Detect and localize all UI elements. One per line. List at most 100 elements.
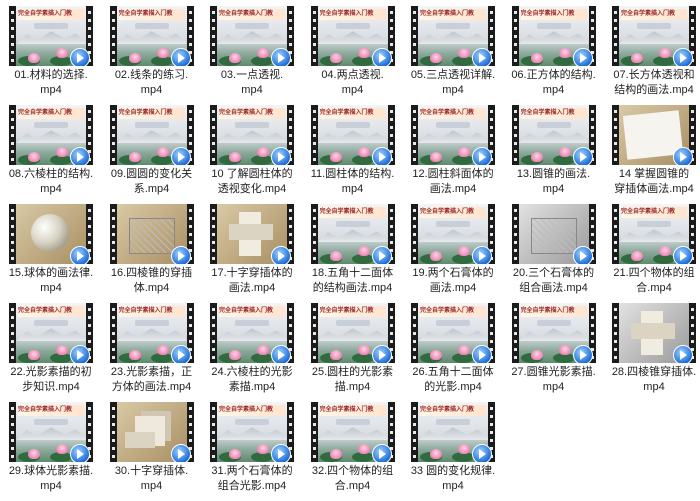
video-thumbnail[interactable]	[109, 204, 194, 264]
video-thumbnail[interactable]: 完全自学素描入门教	[9, 105, 93, 165]
file-name-label: 16.四棱锥的穿插 体.mp4	[103, 266, 201, 296]
video-thumbnail[interactable]: 完全自学素描入门教	[9, 402, 93, 462]
file-item[interactable]: 完全自学素描入门教 05.三点透视详解. mp4	[404, 2, 502, 102]
video-thumbnail[interactable]: 完全自学素描入门教	[612, 204, 696, 264]
file-item[interactable]: 完全自学素描入门教 26.五角十二面体 的光影.mp4	[404, 299, 502, 399]
video-thumbnail[interactable]: 完全自学素描入门教	[310, 105, 395, 165]
mountain-graphic	[518, 31, 589, 44]
video-thumbnail[interactable]: 完全自学素描入门教	[9, 303, 93, 363]
file-item[interactable]: 完全自学素描入门教 22.光影素描的初 步知识.mp4	[2, 299, 100, 399]
file-item[interactable]: 完全自学素描入门教 07.长方体透视和 结构的画法.mp4	[605, 2, 700, 102]
file-name-label: 21.四个物体的组 合.mp4	[605, 266, 700, 296]
video-thumbnail[interactable]	[9, 204, 93, 264]
video-thumbnail[interactable]: 完全自学素描入门教	[511, 6, 596, 66]
video-thumbnail[interactable]: 完全自学素描入门教	[411, 303, 495, 363]
film-strip-edge	[411, 6, 418, 66]
file-name-line2: 描.mp4	[334, 381, 371, 393]
lotus-graphic	[659, 48, 671, 58]
film-strip-edge	[9, 303, 16, 363]
file-item[interactable]: 完全自学素描入门教 32.四个物体的组 合.mp4	[304, 398, 402, 498]
file-item[interactable]: 完全自学素描入门教 18.五角十二面体 的结构画法.mp4	[304, 200, 402, 300]
video-thumbnail[interactable]	[210, 204, 294, 264]
video-thumbnail[interactable]	[612, 105, 696, 165]
video-thumbnail[interactable]: 完全自学素描入门教	[210, 303, 294, 363]
video-thumbnail[interactable]	[109, 402, 194, 462]
mountain-graphic	[217, 328, 287, 341]
film-strip-edge	[9, 6, 16, 66]
video-thumbnail[interactable]: 完全自学素描入门教	[411, 105, 495, 165]
file-item[interactable]: 完全自学素描入门教 03.一点透视. mp4	[203, 2, 301, 102]
video-thumbnail[interactable]: 完全自学素描入门教	[109, 105, 194, 165]
video-thumbnail[interactable]: 完全自学素描入门教	[310, 402, 395, 462]
film-strip-edge	[612, 105, 619, 165]
cross-shape	[229, 224, 273, 240]
file-item[interactable]: 17.十字穿插体的 画法.mp4	[203, 200, 301, 300]
file-item[interactable]: 完全自学素描入门教 02.线条的练习. mp4	[103, 2, 201, 102]
file-item[interactable]: 完全自学素描入门教 29.球体光影素描. mp4	[2, 398, 100, 498]
film-strip-edge	[612, 6, 619, 66]
file-item[interactable]: 15.球体的画法律. mp4	[2, 200, 100, 300]
file-name-line2: 素描.mp4	[228, 381, 276, 393]
video-thumbnail[interactable]: 完全自学素描入门教	[9, 6, 93, 66]
mountain-graphic	[217, 427, 287, 440]
file-item[interactable]: 完全自学素描入门教 08.六棱柱的结构. mp4	[2, 101, 100, 201]
file-item[interactable]: 30.十字穿插体. mp4	[103, 398, 201, 498]
film-strip-edge	[310, 303, 318, 363]
file-item[interactable]: 完全自学素描入门教 10 了解圆柱体的 透视变化.mp4	[203, 101, 301, 201]
mountain-graphic	[317, 427, 388, 440]
mountain-graphic	[619, 229, 689, 242]
video-thumbnail[interactable]: 完全自学素描入门教	[511, 303, 596, 363]
file-name-line1: 10 了解圆柱体的	[211, 168, 293, 180]
video-thumbnail[interactable]: 完全自学素描入门教	[511, 105, 596, 165]
video-thumbnail[interactable]: 完全自学素描入门教	[109, 6, 194, 66]
file-item[interactable]: 完全自学素描入门教 12.圆柱斜面体的 画法.mp4	[404, 101, 502, 201]
lotus-graphic	[530, 53, 543, 63]
file-name-line2: 画法.mp4	[429, 183, 477, 195]
file-item[interactable]: 完全自学素描入门教 27.圆锥光影素描. mp4	[505, 299, 603, 399]
slide-subtitle-bar	[335, 221, 370, 227]
video-thumbnail[interactable]: 完全自学素描入门教	[210, 105, 294, 165]
file-item[interactable]: 完全自学素描入门教 24.六棱柱的光影 素描.mp4	[203, 299, 301, 399]
file-item[interactable]: 完全自学素描入门教 11.圆柱体的结构. mp4	[304, 101, 402, 201]
file-item[interactable]: 完全自学素描入门教 25.圆柱的光影素 描.mp4	[304, 299, 402, 399]
video-thumbnail[interactable]	[511, 204, 596, 264]
video-thumbnail[interactable]: 完全自学素描入门教	[310, 6, 395, 66]
file-item[interactable]: 16.四棱锥的穿插 体.mp4	[103, 200, 201, 300]
video-thumbnail[interactable]: 完全自学素描入门教	[612, 6, 696, 66]
file-item[interactable]: 20.三个石膏体的 组合画法.mp4	[505, 200, 603, 300]
file-name-label: 03.一点透视. mp4	[203, 68, 301, 98]
video-play-icon	[673, 147, 693, 165]
file-item[interactable]: 14 掌握圆锥的 穿插体画法.mp4	[605, 101, 700, 201]
video-thumbnail[interactable]	[612, 303, 696, 363]
lotus-graphic	[430, 251, 442, 261]
file-name-label: 04.两点透视. mp4	[304, 68, 402, 98]
film-strip-edge	[310, 402, 318, 462]
video-thumbnail[interactable]: 完全自学素描入门教	[109, 303, 194, 363]
file-item[interactable]: 完全自学素描入门教 33 圆的变化规律. mp4	[404, 398, 502, 498]
slide-title: 完全自学素描入门教	[118, 108, 185, 119]
video-play-icon	[170, 345, 191, 363]
file-item[interactable]: 完全自学素描入门教 31.两个石膏体的 组合光影.mp4	[203, 398, 301, 498]
video-thumbnail[interactable]: 完全自学素描入门教	[210, 6, 294, 66]
file-name-line2: 透视变化.mp4	[217, 183, 287, 195]
film-strip-edge	[310, 105, 318, 165]
file-item[interactable]: 完全自学素描入门教 06.正方体的结构. mp4	[505, 2, 603, 102]
file-item[interactable]: 完全自学素描入门教 19.两个石膏体的 画法.mp4	[404, 200, 502, 300]
file-item[interactable]: 完全自学素描入门教 23.光影素描，正 方体的画法.mp4	[103, 299, 201, 399]
file-item[interactable]: 28.四棱锥穿插体. mp4	[605, 299, 700, 399]
file-name-line2: 步知识.mp4	[22, 381, 80, 393]
lotus-graphic	[430, 449, 442, 459]
video-thumbnail[interactable]: 完全自学素描入门教	[210, 402, 294, 462]
file-item[interactable]: 完全自学素描入门教 21.四个物体的组 合.mp4	[605, 200, 700, 300]
file-item[interactable]: 完全自学素描入门教 04.两点透视. mp4	[304, 2, 402, 102]
file-name-line1: 13.圆锥的画法.	[516, 168, 591, 180]
file-name-line1: 14 掌握圆锥的	[618, 168, 690, 180]
video-thumbnail[interactable]: 完全自学素描入门教	[411, 6, 495, 66]
video-thumbnail[interactable]: 完全自学素描入门教	[310, 204, 395, 264]
video-thumbnail[interactable]: 完全自学素描入门教	[411, 402, 495, 462]
video-thumbnail[interactable]: 完全自学素描入门教	[310, 303, 395, 363]
file-item[interactable]: 完全自学素描入门教 01.材料的选择. mp4	[2, 2, 100, 102]
file-item[interactable]: 完全自学素描入门教 13.圆锥的画法. mp4	[505, 101, 603, 201]
video-thumbnail[interactable]: 完全自学素描入门教	[411, 204, 495, 264]
file-item[interactable]: 完全自学素描入门教 09.圆圆的变化关 系.mp4	[103, 101, 201, 201]
